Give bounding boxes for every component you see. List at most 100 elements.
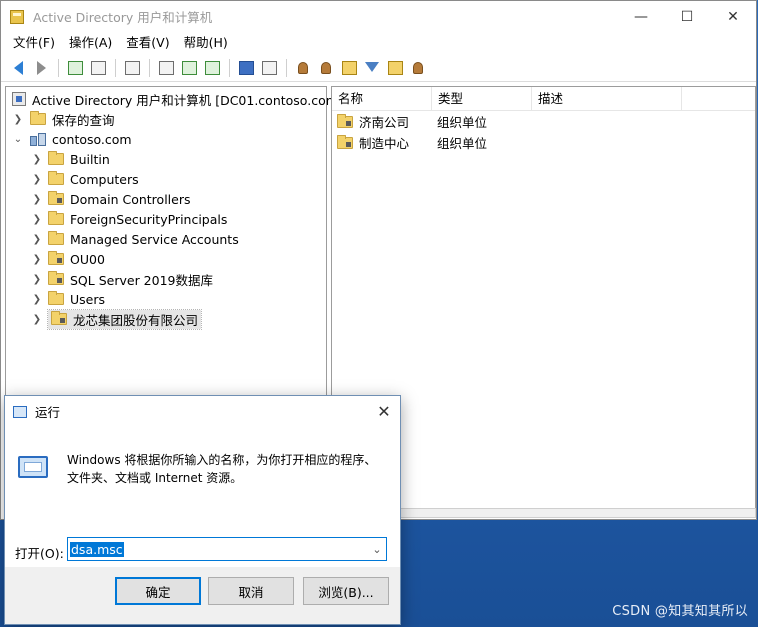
properties-button[interactable] [121, 57, 143, 79]
chevron-right-icon[interactable]: ❯ [31, 254, 43, 265]
tree-item-sql-server[interactable]: ❯ SQL Server 2019数据库 [31, 269, 213, 289]
find-icon [387, 60, 403, 75]
list-item-name: 济南公司 [359, 115, 410, 130]
aduc-root-icon [12, 92, 26, 106]
new-ou-button[interactable] [338, 57, 360, 79]
aduc-app-icon [10, 9, 24, 24]
column-header-type[interactable]: 类型 [432, 87, 532, 110]
tree-item-ou00[interactable]: ❯ OU00 [31, 249, 105, 269]
ou-folder-icon [48, 251, 64, 265]
tree-item-computers[interactable]: ❯ Computers [31, 169, 139, 189]
folder-icon [48, 151, 64, 165]
menu-file[interactable]: 文件(F) [6, 32, 62, 54]
ou-folder-icon [337, 134, 353, 149]
back-button[interactable] [7, 57, 29, 79]
tree-item-users[interactable]: ❯ Users [31, 289, 105, 309]
tree-item-label: ForeignSecurityPrincipals [70, 211, 228, 227]
view-icon [261, 60, 277, 75]
ou-folder-icon [51, 311, 67, 325]
view-button[interactable] [258, 57, 280, 79]
folder-icon [30, 111, 46, 125]
tree-item-label: 龙芯集团股份有限公司 [73, 312, 199, 328]
tree-item-loongson-group[interactable]: ❯ 龙芯集团股份有限公司 [31, 308, 203, 330]
user-icon [298, 61, 308, 74]
chevron-right-icon[interactable]: ❯ [31, 194, 43, 205]
export-list-button[interactable] [155, 57, 177, 79]
folder-icon [48, 291, 64, 305]
filter-icon [365, 61, 379, 72]
export-button[interactable] [201, 57, 223, 79]
find-button[interactable] [384, 57, 406, 79]
chevron-right-icon[interactable]: ❯ [12, 114, 24, 125]
tree-item-label: Managed Service Accounts [70, 231, 239, 247]
up-level-button[interactable] [64, 57, 86, 79]
toolbar-separator [115, 58, 116, 77]
tree-item-builtin[interactable]: ❯ Builtin [31, 149, 110, 169]
column-header-name[interactable]: 名称 [332, 87, 432, 110]
tree-item-label: Builtin [70, 151, 110, 167]
chevron-right-icon[interactable]: ❯ [31, 154, 43, 165]
toolbar-separator [286, 58, 287, 77]
cancel-button[interactable]: 取消 [208, 577, 294, 605]
menu-action[interactable]: 操作(A) [62, 32, 119, 54]
tree-item-label: OU00 [70, 251, 105, 267]
help-button[interactable] [235, 57, 257, 79]
column-header-description[interactable]: 描述 [532, 87, 682, 110]
chevron-right-icon[interactable]: ❯ [31, 314, 43, 325]
run-footer: 确定 取消 浏览(B)... [5, 567, 400, 624]
menu-help[interactable]: 帮助(H) [177, 32, 235, 54]
tree-item-domain[interactable]: ⌄ contoso.com [12, 129, 132, 149]
close-button[interactable]: ✕ [710, 1, 756, 32]
chevron-right-icon[interactable]: ❯ [31, 274, 43, 285]
chevron-down-icon[interactable]: ⌄ [368, 543, 386, 556]
open-combobox[interactable]: dsa.msc ⌄ [67, 537, 387, 561]
tree-item-label: Computers [70, 171, 139, 187]
run-close-button[interactable]: ✕ [368, 402, 400, 421]
list-item[interactable]: 济南公司 组织单位 [332, 111, 532, 132]
run-title-bar[interactable]: 运行 ✕ [5, 396, 400, 427]
toolbar-separator [58, 58, 59, 77]
menu-view[interactable]: 查看(V) [119, 32, 176, 54]
toolbar-separator [229, 58, 230, 77]
list-item[interactable]: 制造中心 组织单位 [332, 132, 532, 153]
chevron-down-icon[interactable]: ⌄ [12, 134, 24, 145]
chevron-right-icon[interactable]: ❯ [31, 174, 43, 185]
tree-item-label: 保存的查询 [52, 112, 115, 128]
show-tree-button[interactable] [87, 57, 109, 79]
list-header: 名称 类型 描述 [332, 87, 755, 111]
tree-item-saved-queries[interactable]: ❯ 保存的查询 [12, 109, 115, 129]
minimize-button[interactable]: — [618, 1, 664, 32]
new-user-button[interactable] [292, 57, 314, 79]
add-to-group-icon [413, 61, 423, 74]
chevron-right-icon[interactable]: ❯ [31, 234, 43, 245]
forward-arrow-icon [36, 60, 46, 75]
tree-item-label: contoso.com [52, 131, 132, 147]
chevron-right-icon[interactable]: ❯ [31, 214, 43, 225]
properties-icon [124, 60, 140, 75]
up-folder-icon [67, 60, 83, 75]
title-bar[interactable]: Active Directory 用户和计算机 — ☐ ✕ [1, 1, 756, 32]
list-item-type: 组织单位 [437, 136, 488, 151]
chevron-right-icon[interactable]: ❯ [31, 294, 43, 305]
add-to-group-button[interactable] [407, 57, 429, 79]
new-group-button[interactable] [315, 57, 337, 79]
open-input-value: dsa.msc [70, 541, 124, 557]
ok-button[interactable]: 确定 [115, 577, 201, 605]
browse-button[interactable]: 浏览(B)... [303, 577, 389, 605]
tree-root[interactable]: Active Directory 用户和计算机 [DC01.contoso.co… [12, 89, 343, 109]
ou-folder-icon [48, 271, 64, 285]
forward-button[interactable] [30, 57, 52, 79]
run-app-icon [13, 405, 27, 418]
watermark: CSDN @知其知其所以 [612, 604, 748, 619]
filter-button[interactable] [361, 57, 383, 79]
refresh-button[interactable] [178, 57, 200, 79]
tree-item-foreign-security-principals[interactable]: ❯ ForeignSecurityPrincipals [31, 209, 227, 229]
tree-item-managed-service-accounts[interactable]: ❯ Managed Service Accounts [31, 229, 239, 249]
open-input[interactable]: dsa.msc [70, 539, 368, 559]
tree-item-label: SQL Server 2019数据库 [70, 272, 213, 288]
export-icon [158, 60, 174, 75]
tree-item-domain-controllers[interactable]: ❯ Domain Controllers [31, 189, 190, 209]
back-arrow-icon [13, 60, 23, 75]
domain-icon [30, 132, 46, 146]
maximize-button[interactable]: ☐ [664, 1, 710, 32]
